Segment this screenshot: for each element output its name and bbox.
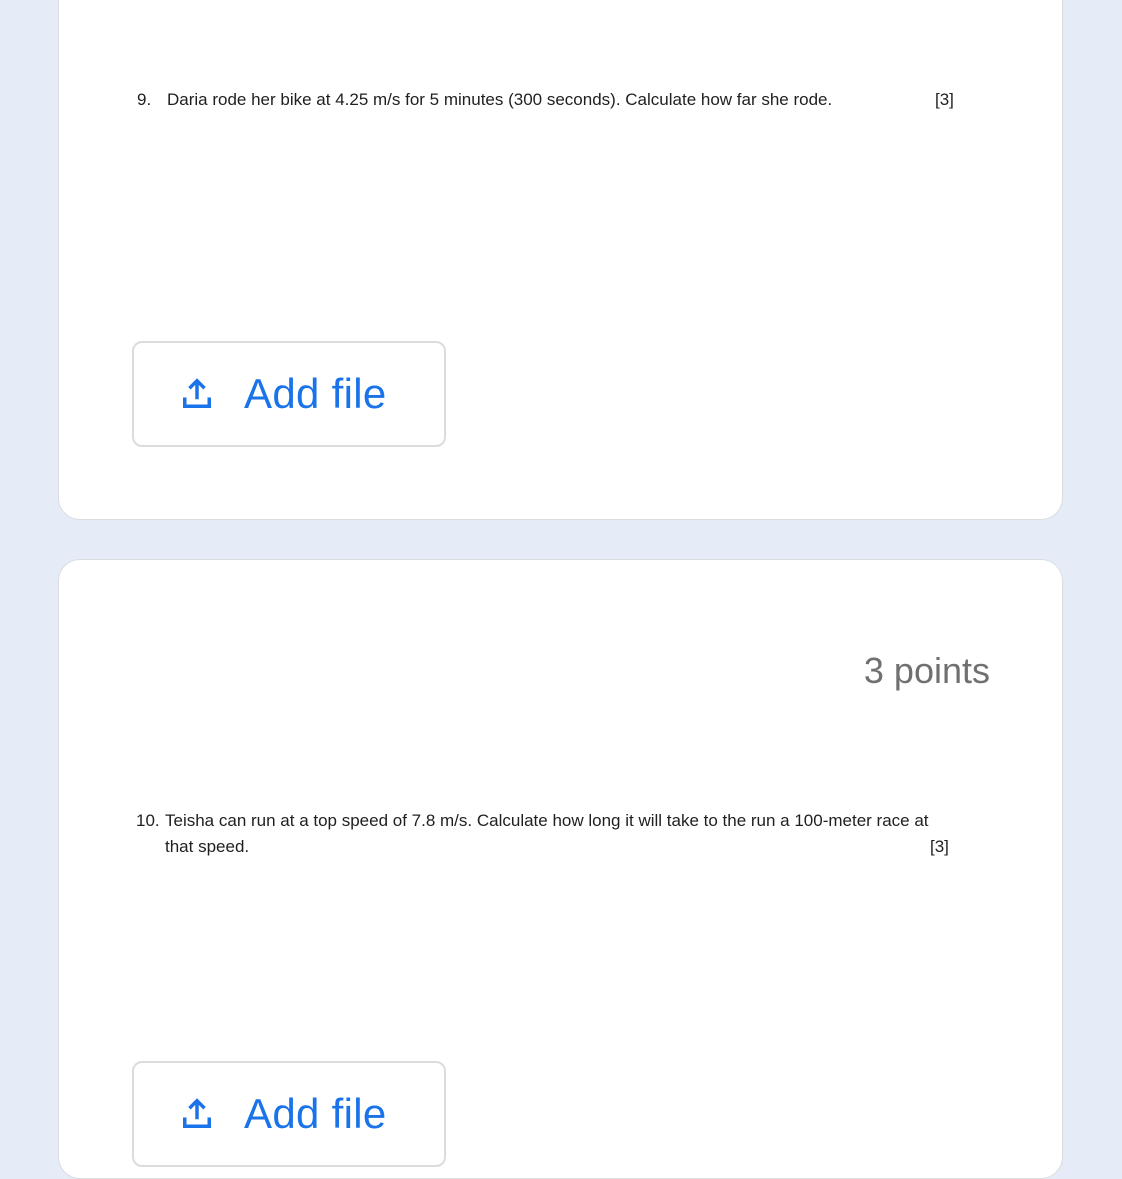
- upload-icon: [183, 378, 211, 408]
- question-marks: [3]: [935, 90, 954, 109]
- question-text: 10. Teisha can run at a top speed of 7.8…: [136, 808, 996, 860]
- add-file-button[interactable]: Add file: [132, 1061, 446, 1167]
- add-file-label: Add file: [244, 370, 387, 417]
- question-body-line-1: Teisha can run at a top speed of 7.8 m/s…: [165, 811, 929, 830]
- add-file-button[interactable]: Add file: [132, 341, 446, 447]
- question-marks: [3]: [930, 837, 949, 856]
- question-card-9: 9. Daria rode her bike at 4.25 m/s for 5 …: [58, 0, 1063, 520]
- question-text: 9. Daria rode her bike at 4.25 m/s for 5 …: [137, 87, 967, 113]
- points-label: 3 points: [863, 650, 990, 691]
- upload-icon: [183, 1098, 211, 1128]
- question-body-line-2: that speed.: [165, 837, 250, 856]
- question-number: 10.: [136, 811, 160, 830]
- question-body: Daria rode her bike at 4.25 m/s for 5 mi…: [167, 90, 833, 109]
- add-file-label: Add file: [244, 1090, 387, 1137]
- question-card-10: 3 points 10. Teisha can run at a top spe…: [58, 559, 1063, 1179]
- question-number: 9.: [137, 90, 152, 109]
